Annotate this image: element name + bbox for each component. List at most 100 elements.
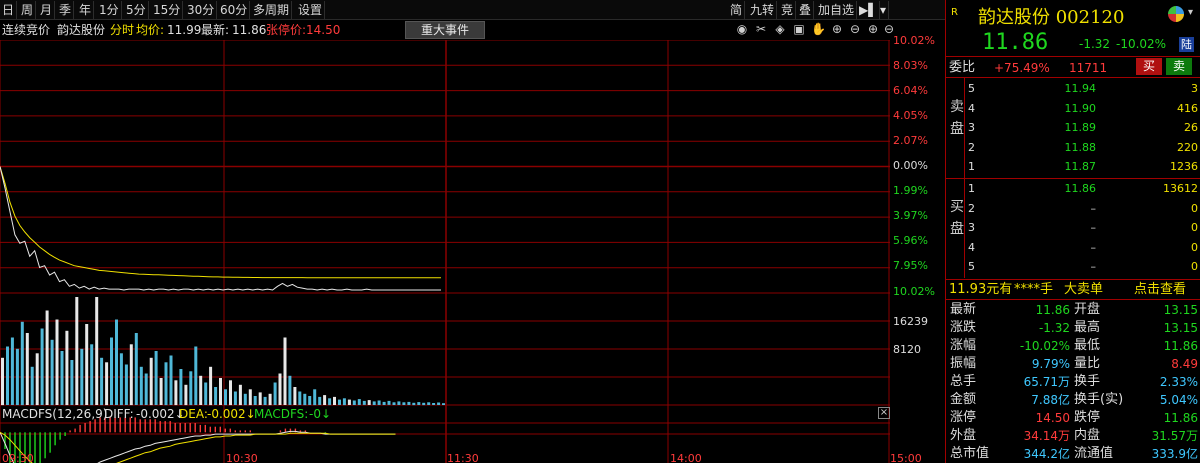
order-price: – xyxy=(1090,240,1097,254)
promo-price: 11.93元有 xyxy=(949,282,1013,297)
sell-order-row[interactable]: 2 11.88 220 xyxy=(946,139,1200,157)
stat-key: 跌停 xyxy=(1074,410,1101,425)
volume-bar xyxy=(268,393,272,406)
close-icon[interactable]: × xyxy=(878,407,890,419)
add-watchlist-button[interactable]: 加自选 xyxy=(816,1,858,19)
buy-order-row[interactable]: 2 – 0 xyxy=(946,200,1200,218)
volume-bar xyxy=(318,396,322,405)
sell-button[interactable]: 卖 xyxy=(1166,58,1192,75)
period-month[interactable]: 月 xyxy=(38,1,56,19)
bidding-button[interactable]: 竞 xyxy=(779,1,797,19)
buy-order-row[interactable]: 1 11.86 13612 xyxy=(946,180,1200,198)
order-price: – xyxy=(1090,260,1097,273)
period-quarter[interactable]: 季 xyxy=(57,1,75,19)
price-change-pct: -10.02% xyxy=(1116,37,1167,51)
time-axis-label: 11:30 xyxy=(447,452,479,463)
stat-row: 涨停 14.50 跌停 11.86 xyxy=(946,409,1200,427)
volume-bar xyxy=(303,393,307,406)
major-events-tab[interactable]: 重大事件 xyxy=(405,21,485,39)
chevron-down-icon[interactable]: ▾ xyxy=(878,1,890,19)
divider xyxy=(946,77,1200,78)
zoom-out-icon[interactable]: ⊖ xyxy=(848,22,862,36)
stat-row: 涨跌 -1.32 最高 13.15 xyxy=(946,319,1200,337)
view-details-link[interactable]: 点击查看 xyxy=(1134,280,1186,299)
avg-price-line xyxy=(0,166,441,279)
add-icon[interactable]: ⊕ xyxy=(866,22,880,36)
volume-bar xyxy=(189,371,193,406)
sell-order-row[interactable]: 3 11.89 26 xyxy=(946,119,1200,137)
buy-order-row[interactable]: 4 – 0 xyxy=(946,239,1200,257)
volume-bar xyxy=(50,339,54,406)
stat-key: 振幅 xyxy=(950,356,977,371)
buy-order-row[interactable]: 5 – 0 xyxy=(946,258,1200,276)
multi-period-button[interactable]: 多周期 xyxy=(251,1,293,19)
level: 5 xyxy=(968,260,975,273)
settings-button[interactable]: 设置 xyxy=(296,1,326,19)
divider xyxy=(946,56,1200,57)
volume-bar xyxy=(362,400,366,405)
volume-bar xyxy=(159,378,163,405)
sell-order-row[interactable]: 5 11.94 3 xyxy=(946,80,1200,98)
period-60min[interactable]: 60分 xyxy=(218,1,251,19)
order-volume: 13612 xyxy=(1163,182,1198,195)
order-volume: 3 xyxy=(1191,82,1198,95)
scissors-icon[interactable]: ✂ xyxy=(754,22,768,36)
volume-bar xyxy=(432,403,436,405)
stat-value: 7.88亿 xyxy=(1031,393,1070,407)
buy-button[interactable]: 买 xyxy=(1136,58,1162,75)
volume-bar xyxy=(85,324,89,405)
volume-bar xyxy=(184,384,188,406)
current-price: 11.86 xyxy=(982,30,1049,55)
macd-dea-line xyxy=(0,431,396,463)
volume-bar xyxy=(100,357,104,406)
zoom-in-icon[interactable]: ⊕ xyxy=(830,22,844,36)
period-week[interactable]: 周 xyxy=(19,1,37,19)
volume-bar xyxy=(422,402,426,406)
brand-logo-icon[interactable] xyxy=(1168,6,1184,22)
period-day[interactable]: 日 xyxy=(0,1,18,19)
volume-bar xyxy=(437,402,441,405)
intraday-chart[interactable] xyxy=(0,40,890,463)
period-year[interactable]: 年 xyxy=(77,1,95,19)
volume-bars xyxy=(1,297,445,406)
stat-key: 涨幅 xyxy=(950,338,977,353)
chevron-down-icon[interactable]: ▾ xyxy=(1188,7,1193,18)
price-line xyxy=(0,166,441,291)
period-1min[interactable]: 1分 xyxy=(97,1,122,19)
volume-bar xyxy=(387,400,391,405)
level: 1 xyxy=(968,182,975,195)
volume-bar xyxy=(333,396,336,405)
overlay-button[interactable]: 叠 xyxy=(797,1,815,19)
level: 3 xyxy=(968,221,975,234)
volume-bar xyxy=(35,353,39,406)
hand-icon[interactable]: ✋ xyxy=(811,22,826,36)
collapse-panel-icon[interactable]: ▶▌ xyxy=(857,1,881,19)
stat-value: 333.9亿 xyxy=(1151,447,1198,461)
stat-key: 总手 xyxy=(950,374,977,389)
order-price: 11.88 xyxy=(1064,140,1097,154)
price-axis-label: 6.04% xyxy=(893,84,928,97)
macd-dea-value: -0.002↓ xyxy=(207,407,256,421)
lock-icon[interactable]: ▣ xyxy=(792,22,806,36)
buy-order-row[interactable]: 3 – 0 xyxy=(946,219,1200,237)
period-5min[interactable]: 5分 xyxy=(124,1,149,19)
period-30min[interactable]: 30分 xyxy=(185,1,218,19)
eye-icon[interactable]: ◉ xyxy=(735,22,749,36)
sell-order-row[interactable]: 4 11.90 416 xyxy=(946,100,1200,118)
order-volume: 1236 xyxy=(1170,160,1198,173)
stat-value: 65.71万 xyxy=(1023,375,1070,389)
volume-bar xyxy=(238,384,242,406)
big-order-banner[interactable]: 11.93元有 ****手 大卖单 点击查看 xyxy=(946,280,1200,299)
volume-bar xyxy=(209,366,213,406)
volume-bar xyxy=(427,402,431,405)
price-axis-label: 5.96% xyxy=(893,234,928,247)
tag-icon[interactable]: ◈ xyxy=(773,22,787,36)
sell-order-row[interactable]: 1 11.87 1236 xyxy=(946,158,1200,176)
volume-bar xyxy=(105,362,109,406)
nine-turn-button[interactable]: 九转 xyxy=(748,1,778,19)
period-15min[interactable]: 15分 xyxy=(151,1,184,19)
period-toolbar: 日 周 月 季 年 1分 5分 15分 30分 60分 多周期 设置 简 九转 … xyxy=(0,0,945,20)
volume-bar xyxy=(199,375,203,405)
volume-bar xyxy=(313,389,317,406)
simple-button[interactable]: 简 xyxy=(728,1,746,19)
